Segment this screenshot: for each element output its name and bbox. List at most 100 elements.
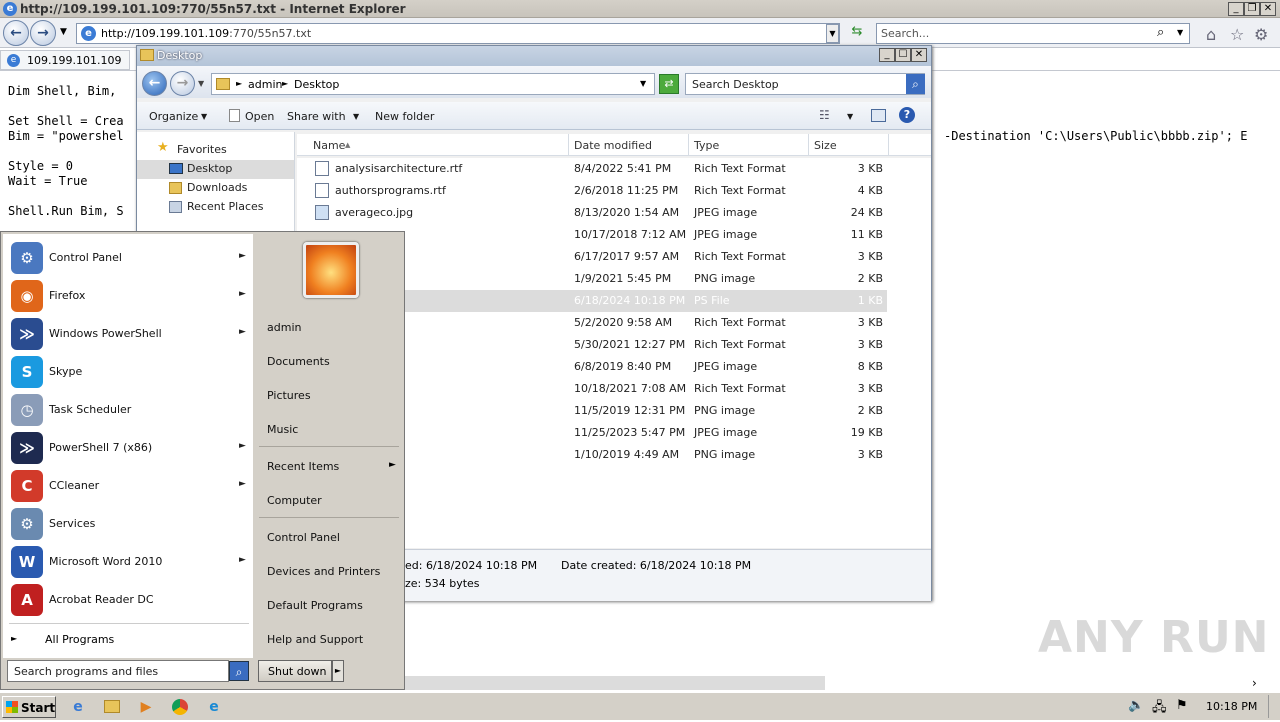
submenu-arrow-icon: ► [239,441,246,451]
breadcrumb-dropdown-icon[interactable]: ▼ [640,79,646,88]
chrome-logo-icon [172,699,188,715]
file-size: 3 KB [857,448,883,461]
start-program-item[interactable]: ⚙ Control Panel ► [3,239,253,277]
breadcrumb-sep-icon[interactable]: ► [236,79,242,88]
explorer-search-box[interactable]: Search Desktop ⌕ [685,73,925,95]
start-button[interactable]: Start [2,696,56,718]
places-default-programs[interactable]: Default Programs [267,599,363,612]
places-help-support[interactable]: Help and Support [267,633,363,646]
taskbar: Start e ▶ e 🔈 🖧 ⚑ 10:18 PM [0,692,1280,720]
explorer-maximize-button[interactable]: ☐ [895,48,911,62]
acrobat-icon: A [11,584,43,616]
restore-button[interactable]: ❐ [1244,2,1260,16]
organize-dropdown-icon[interactable]: ▼ [201,112,207,121]
start-program-item[interactable]: W Microsoft Word 2010 ► [3,543,253,581]
ie-search-box[interactable]: Search... ⌕ ▼ [876,23,1190,44]
minimize-button[interactable]: _ [1228,2,1244,16]
start-search-button[interactable]: ⌕ [229,661,249,681]
action-center-flag-icon[interactable]: ⚑ [1176,698,1188,713]
places-control-panel[interactable]: Control Panel [267,531,340,544]
organize-button[interactable]: Organize [149,110,198,123]
network-icon[interactable]: 🖧 [1152,698,1167,720]
help-icon[interactable]: ? [899,107,915,123]
show-desktop-button[interactable] [1268,695,1278,718]
nav-favorites[interactable]: Favorites [177,143,227,156]
explorer-back-button[interactable]: ← [142,71,167,96]
preview-pane-icon[interactable] [871,109,886,122]
taskbar-edge-icon[interactable]: e [200,696,228,718]
address-dropdown-button[interactable]: ▼ [826,24,839,43]
explorer-search-icon[interactable]: ⌕ [906,74,925,94]
explorer-refresh-button[interactable]: ⇄ [659,74,679,94]
places-devices-printers[interactable]: Devices and Printers [267,565,380,578]
open-button[interactable]: Open [245,110,274,123]
shutdown-options-button[interactable]: ► [332,660,344,682]
nav-recent-places[interactable]: Recent Places [187,200,264,213]
file-row[interactable]: analysisarchitecture.rtf 8/4/2022 5:41 PM… [297,158,887,180]
column-type[interactable]: Type [694,139,719,152]
breadcrumb[interactable]: ► admin ► Desktop ▼ [211,73,655,95]
breadcrumb-sep-icon[interactable]: ► [282,79,288,88]
places-recent-items[interactable]: Recent Items [267,460,339,473]
file-row[interactable]: authorsprograms.rtf 2/6/2018 11:25 PM Rich… [297,180,887,202]
start-program-item[interactable]: C CCleaner ► [3,467,253,505]
watermark-text: ANY RUN [1038,612,1270,663]
start-program-label: CCleaner [49,479,100,492]
start-program-item[interactable]: ⚙ Services [3,505,253,543]
explorer-close-button[interactable]: ✕ [911,48,927,62]
horizontal-scrollbar[interactable] [405,676,825,690]
clock[interactable]: 10:18 PM [1206,700,1257,713]
close-button[interactable]: ✕ [1260,2,1276,16]
back-button[interactable]: ← [3,20,29,46]
places-music[interactable]: Music [267,423,298,436]
start-program-item[interactable]: ≫ Windows PowerShell ► [3,315,253,353]
user-avatar[interactable] [303,242,359,298]
nav-downloads[interactable]: Downloads [187,181,247,194]
column-size[interactable]: Size [814,139,837,152]
places-pictures[interactable]: Pictures [267,389,311,402]
refresh-icon[interactable]: ⇆ [848,24,866,43]
address-bar[interactable]: e http://109.199.101.109:770/55n57.txt [76,23,840,44]
taskbar-chrome-icon[interactable] [166,696,194,718]
gear-icon[interactable]: ⚙ [1254,25,1268,44]
history-dropdown-icon[interactable]: ▼ [60,27,67,37]
column-date-modified[interactable]: Date modified [574,139,652,152]
downloads-icon [169,182,182,194]
explorer-history-dropdown-icon[interactable]: ▼ [198,79,204,88]
forward-button[interactable]: → [30,20,56,46]
breadcrumb-item-admin[interactable]: admin [248,78,282,91]
all-programs[interactable]: All Programs [45,633,114,646]
favorites-star-icon[interactable]: ☆ [1230,25,1244,44]
file-row[interactable]: averageco.jpg 8/13/2020 1:54 AM JPEG image… [297,202,887,224]
home-icon[interactable]: ⌂ [1206,25,1216,44]
share-dropdown-icon[interactable]: ▼ [353,112,359,121]
shutdown-button[interactable]: Shut down [258,660,332,682]
search-dropdown-icon[interactable]: ▼ [1177,28,1183,37]
view-options-icon[interactable]: ☷ [819,108,830,122]
taskbar-media-player-icon[interactable]: ▶ [132,696,160,718]
volume-icon[interactable]: 🔈 [1128,698,1144,713]
column-name[interactable]: Name [313,139,345,152]
taskbar-ie-icon[interactable]: e [64,696,92,718]
start-program-item[interactable]: S Skype [3,353,253,391]
breadcrumb-item-desktop[interactable]: Desktop [294,78,339,91]
explorer-forward-button[interactable]: → [170,71,195,96]
places-computer[interactable]: Computer [267,494,322,507]
start-search-input[interactable]: Search programs and files [7,660,229,682]
explorer-minimize-button[interactable]: _ [879,48,895,62]
view-dropdown-icon[interactable]: ▼ [847,112,853,121]
start-program-item[interactable]: ◷ Task Scheduler [3,391,253,429]
share-with-button[interactable]: Share with [287,110,346,123]
places-documents[interactable]: Documents [267,355,330,368]
doc-line-5: Wait = True [8,174,88,188]
places-user[interactable]: admin [267,321,301,334]
scroll-right-icon[interactable]: › [1252,676,1257,690]
start-program-item[interactable]: ◉ Firefox ► [3,277,253,315]
ie-tab[interactable]: e 109.199.101.109 [0,50,130,70]
search-icon[interactable]: ⌕ [1157,25,1164,40]
nav-desktop[interactable]: Desktop [187,162,232,175]
taskbar-explorer-icon[interactable] [98,696,126,718]
start-program-item[interactable]: ≫ PowerShell 7 (x86) ► [3,429,253,467]
new-folder-button[interactable]: New folder [375,110,434,123]
start-program-item[interactable]: A Acrobat Reader DC [3,581,253,619]
